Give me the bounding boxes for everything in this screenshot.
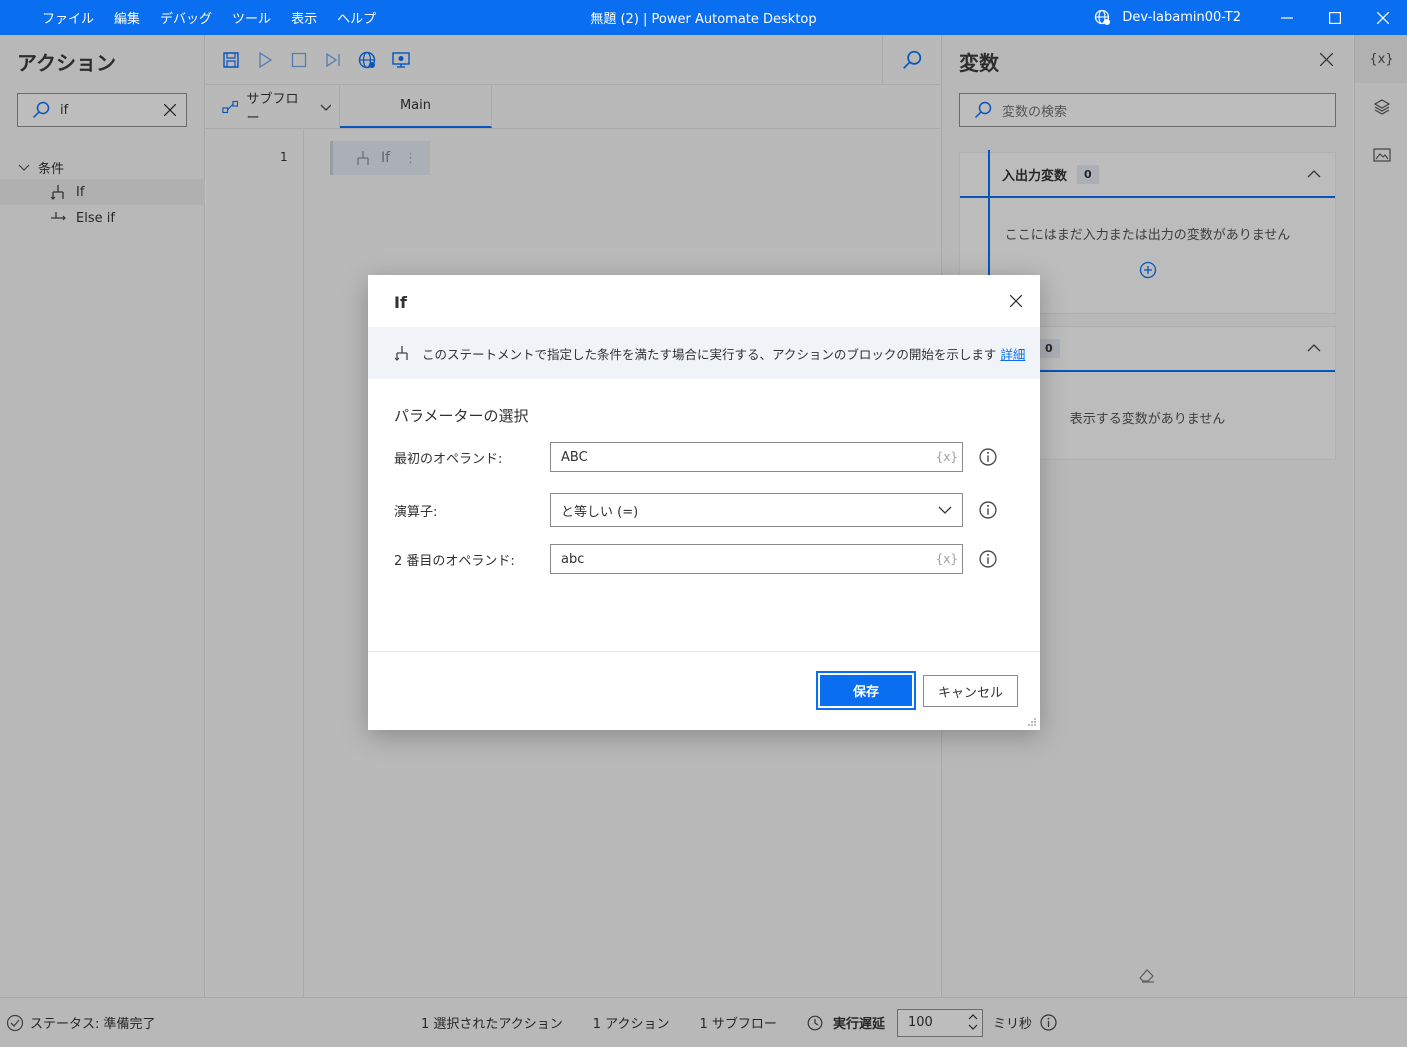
menu-help[interactable]: ヘルプ <box>337 8 376 27</box>
maximize-button[interactable] <box>1311 0 1359 35</box>
title-bar: ファイル 編集 デバッグ ツール 表示 ヘルプ 無題 (2) | Power A… <box>0 0 1407 35</box>
variable-picker-icon[interactable]: {x} <box>936 450 958 464</box>
cancel-button[interactable]: キャンセル <box>923 675 1018 707</box>
menu-file[interactable]: ファイル <box>42 8 94 27</box>
second-operand-value: abc <box>561 551 585 567</box>
dialog-description-text: このステートメントで指定した条件を満たす場合に実行する、アクションのブロックの開… <box>422 346 997 362</box>
first-operand-label: 最初のオペランド: <box>394 451 503 467</box>
second-operand-label: 2 番目のオペランド: <box>394 553 515 569</box>
user-name: Dev-labamin00-T2 <box>1122 10 1241 25</box>
first-operand-input[interactable]: ABC {x} <box>550 442 963 472</box>
operator-row: 演算子: と等しい (=) <box>394 493 1014 527</box>
dialog-description: このステートメントで指定した条件を満たす場合に実行する、アクションのブロックの開… <box>368 327 1040 379</box>
first-operand-value: ABC <box>561 449 588 465</box>
minimize-button[interactable] <box>1263 0 1311 35</box>
user-account[interactable]: Dev-labamin00-T2 <box>1094 9 1241 27</box>
variable-picker-icon[interactable]: {x} <box>936 552 958 566</box>
operator-select[interactable]: と等しい (=) <box>550 493 963 527</box>
details-link[interactable]: 詳細 <box>1000 344 1025 363</box>
minimize-icon <box>1281 16 1293 19</box>
operator-label: 演算子: <box>394 504 438 520</box>
if-branch-icon <box>394 346 408 361</box>
close-dialog-icon[interactable] <box>1010 295 1022 307</box>
first-operand-row: 最初のオペランド: ABC {x} <box>394 441 1014 473</box>
second-operand-input[interactable]: abc {x} <box>550 544 963 574</box>
info-icon[interactable] <box>979 550 997 568</box>
close-icon <box>1377 11 1389 24</box>
save-button[interactable]: 保存 <box>816 671 916 710</box>
menu-edit[interactable]: 編集 <box>114 8 140 27</box>
if-dialog: If このステートメントで指定した条件を満たす場合に実行する、アクションのブロッ… <box>368 275 1040 730</box>
close-window-button[interactable] <box>1359 0 1407 35</box>
second-operand-row: 2 番目のオペランド: abc {x} <box>394 543 1014 575</box>
globe-user-icon <box>1095 9 1111 25</box>
menu-view[interactable]: 表示 <box>291 8 317 27</box>
dialog-divider <box>368 651 1040 652</box>
menu-debug[interactable]: デバッグ <box>160 8 212 27</box>
maximize-icon <box>1329 11 1341 24</box>
menu-tools[interactable]: ツール <box>232 8 271 27</box>
dialog-title: If <box>394 293 407 312</box>
operator-value: と等しい (=) <box>561 504 639 520</box>
menu-bar: ファイル 編集 デバッグ ツール 表示 ヘルプ <box>42 8 396 27</box>
info-icon[interactable] <box>979 501 997 519</box>
parameters-heading: パラメーターの選択 <box>394 407 529 425</box>
resize-grip-icon[interactable] <box>1027 717 1037 727</box>
chevron-down-icon <box>938 506 952 514</box>
info-icon[interactable] <box>979 448 997 466</box>
